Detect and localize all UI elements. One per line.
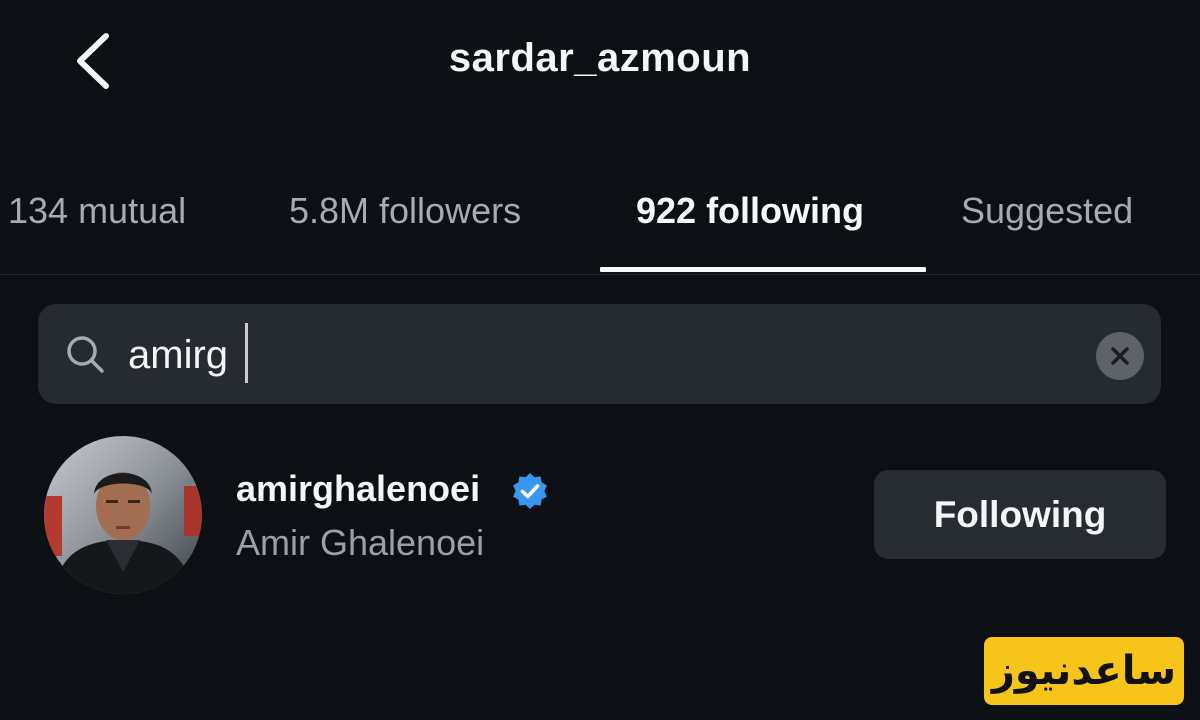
tab-mutual[interactable]: 134 mutual	[8, 190, 186, 232]
avatar[interactable]	[44, 436, 202, 594]
active-tab-indicator	[600, 267, 926, 272]
text-cursor	[245, 323, 248, 383]
tab-suggested[interactable]: Suggested	[961, 190, 1133, 232]
profile-photo	[44, 436, 202, 594]
clear-search-button[interactable]	[1096, 332, 1144, 380]
follow-tabs: 134 mutual 5.8M followers 922 following …	[0, 170, 1200, 275]
page-title: sardar_azmoun	[448, 36, 752, 80]
watermark-logo: ساعدنیوز	[984, 637, 1184, 705]
close-icon	[1111, 347, 1129, 365]
result-full-name: Amir Ghalenoei	[236, 522, 485, 563]
result-username[interactable]: amirghalenoei	[236, 468, 480, 510]
tab-following[interactable]: 922 following	[636, 190, 864, 232]
search-icon	[67, 336, 104, 373]
top-bar: sardar_azmoun	[0, 0, 1200, 130]
search-input[interactable]	[128, 326, 1028, 384]
verified-badge-icon	[513, 473, 547, 509]
tab-followers[interactable]: 5.8M followers	[289, 190, 521, 232]
following-button[interactable]: Following	[874, 470, 1166, 559]
